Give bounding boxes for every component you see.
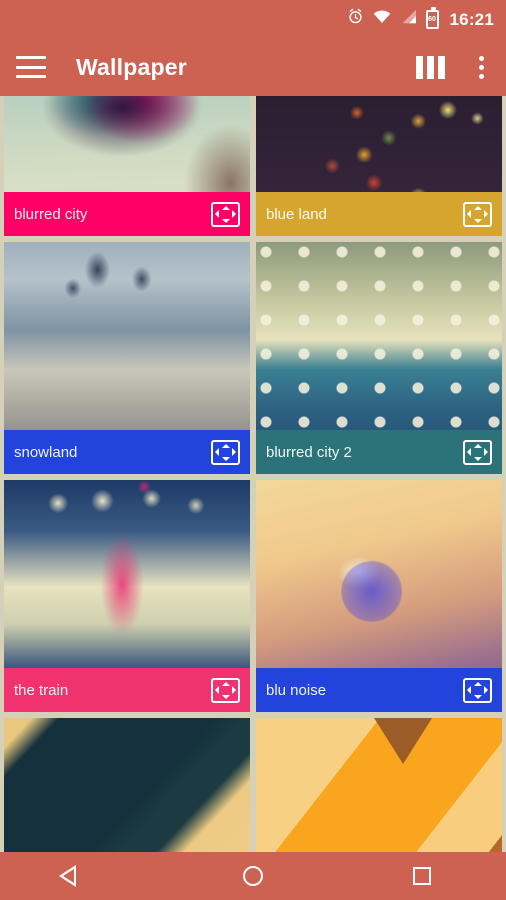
wallpaper-tile[interactable] <box>4 718 250 852</box>
arrow-lf-icon <box>467 448 471 456</box>
arrow-dn-icon <box>221 694 230 699</box>
arrow-up-icon <box>473 681 482 686</box>
arrow-rt-icon <box>484 686 488 694</box>
system-nav-bar <box>0 852 506 900</box>
arrow-dn-icon <box>221 218 230 223</box>
wallpaper-tile[interactable]: blurred city <box>4 96 250 236</box>
arrow-up-icon <box>221 681 230 686</box>
wallpaper-name-label: blurred city <box>14 205 88 223</box>
arrow-lf-icon <box>215 210 219 218</box>
wallpaper-label-bar: the train <box>4 668 250 712</box>
wallpaper-name-label: blue land <box>266 205 327 223</box>
arrow-dn-icon <box>221 456 230 461</box>
wallpaper-app-screen: 60 16:21 Wallpaper blurred city blue land… <box>0 0 506 900</box>
arrow-lf-icon <box>215 686 219 694</box>
battery-icon: 60 <box>425 6 439 29</box>
arrow-rt-icon <box>484 448 488 456</box>
fit-to-screen-icon[interactable] <box>211 201 240 227</box>
wallpaper-name-label: the train <box>14 681 69 699</box>
wallpaper-label-bar: blurred city 2 <box>256 430 502 474</box>
arrow-lf-icon <box>467 210 471 218</box>
wallpaper-name-label: blurred city 2 <box>266 443 352 461</box>
status-bar: 60 16:21 <box>0 0 506 38</box>
fit-to-screen-icon[interactable] <box>211 439 240 465</box>
fit-to-screen-icon[interactable] <box>463 439 492 465</box>
wallpaper-thumbnail <box>256 718 502 852</box>
fit-to-screen-icon[interactable] <box>463 677 492 703</box>
arrow-rt-icon <box>232 448 236 456</box>
page-title: Wallpaper <box>76 53 187 80</box>
arrow-dn-icon <box>473 694 482 699</box>
wallpaper-grid[interactable]: blurred city blue land snowland blurred cit… <box>0 96 506 852</box>
fit-to-screen-icon[interactable] <box>211 677 240 703</box>
arrow-rt-icon <box>232 210 236 218</box>
wallpaper-thumbnail <box>4 718 250 852</box>
overflow-menu-icon[interactable] <box>473 52 490 83</box>
arrow-up-icon <box>473 443 482 448</box>
wallpaper-label-bar: snowland <box>4 430 250 474</box>
arrow-up-icon <box>473 205 482 210</box>
column-grid-view-icon[interactable] <box>416 55 445 79</box>
wallpaper-label-bar: blu noise <box>256 668 502 712</box>
fit-to-screen-icon[interactable] <box>463 201 492 227</box>
arrow-rt-icon <box>484 210 488 218</box>
recents-square-icon <box>412 867 431 885</box>
wallpaper-tile[interactable]: snowland <box>4 242 250 474</box>
wifi-icon <box>373 9 391 29</box>
arrow-dn-icon <box>473 456 482 461</box>
home-circle-icon <box>242 866 263 886</box>
wallpaper-tile[interactable]: blu noise <box>256 480 502 712</box>
cell-signal-icon <box>400 9 417 29</box>
wallpaper-name-label: snowland <box>14 443 78 461</box>
wallpaper-label-bar: blurred city <box>4 192 250 236</box>
battery-level-label: 60 <box>428 15 436 23</box>
back-triangle-icon <box>58 865 93 887</box>
arrow-up-icon <box>221 443 230 448</box>
home-button[interactable] <box>223 852 283 900</box>
back-button[interactable] <box>54 852 114 900</box>
status-bar-clock: 16:21 <box>449 9 494 29</box>
recents-button[interactable] <box>392 852 452 900</box>
arrow-dn-icon <box>473 218 482 223</box>
wallpaper-name-label: blu noise <box>266 681 327 699</box>
wallpaper-tile[interactable]: the train <box>4 480 250 712</box>
hamburger-menu-icon[interactable] <box>16 56 46 78</box>
app-toolbar: Wallpaper <box>0 38 506 96</box>
wallpaper-tile[interactable]: blurred city 2 <box>256 242 502 474</box>
arrow-lf-icon <box>215 448 219 456</box>
arrow-lf-icon <box>467 686 471 694</box>
wallpaper-tile[interactable] <box>256 718 502 852</box>
arrow-rt-icon <box>232 686 236 694</box>
wallpaper-tile[interactable]: blue land <box>256 96 502 236</box>
alarm-clock-icon <box>347 8 364 30</box>
wallpaper-label-bar: blue land <box>256 192 502 236</box>
arrow-up-icon <box>221 205 230 210</box>
